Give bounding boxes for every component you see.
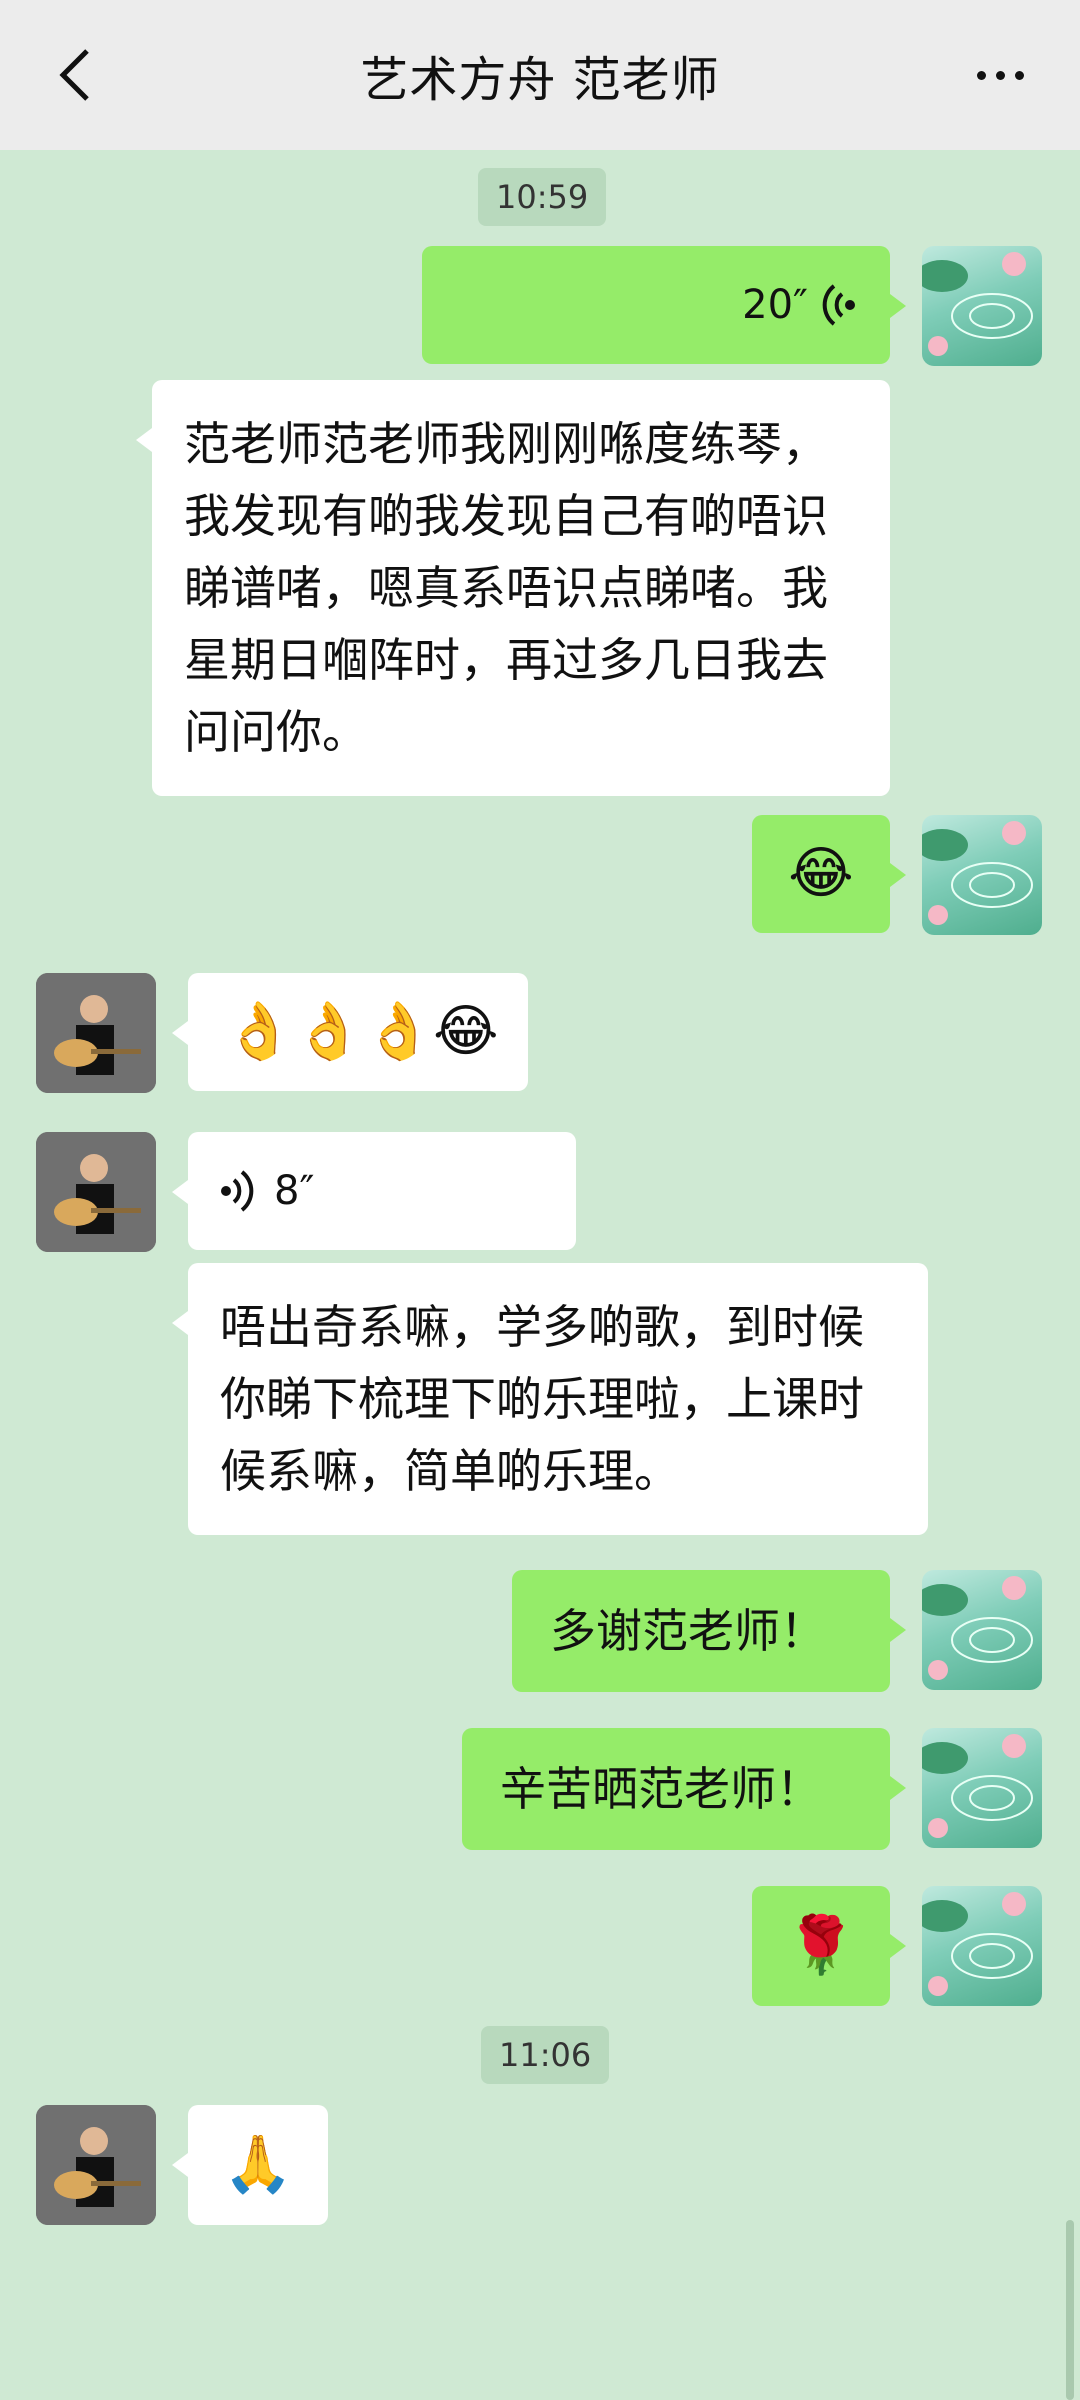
teacher-avatar[interactable]: [36, 2105, 156, 2225]
guitarist-image: [36, 2105, 156, 2225]
back-button[interactable]: [40, 40, 110, 110]
message-text: 唔出奇系嘛，学多啲歌，到时候你睇下梳理下啲乐理啦，上课时候系嘛，简单啲乐理。: [220, 1300, 864, 1498]
lotus-pond-image: [922, 252, 1033, 356]
self-avatar[interactable]: [922, 246, 1042, 366]
text-message[interactable]: 范老师范老师我刚刚喺度练琴，我发现有啲我发现自己有啲唔识睇谱啫，嗯真系唔识点睇啫…: [136, 380, 890, 796]
voice-duration: 20″: [742, 282, 808, 328]
emoji-text: 😂: [788, 841, 854, 906]
lotus-pond-image: [922, 821, 1033, 925]
text-message[interactable]: 多谢范老师！: [512, 1570, 906, 1692]
self-avatar[interactable]: [922, 1570, 1042, 1690]
scrollbar[interactable]: [1066, 2220, 1074, 2400]
message-text: 多谢范老师！: [550, 1604, 826, 1658]
voice-message[interactable]: 20″: [422, 246, 906, 364]
emoji-message[interactable]: 😂: [752, 815, 906, 933]
more-dots-icon: [976, 70, 986, 80]
lotus-pond-image: [922, 1576, 1033, 1680]
message-text: 辛苦晒范老师！: [500, 1762, 822, 1816]
voice-duration: 8″: [274, 1168, 315, 1214]
message-list[interactable]: 10:59 20″ 范老师范老师我刚刚喺度练琴，我发现有啲我发现自己有啲唔识睇谱…: [0, 150, 1080, 2400]
timestamp: 10:59: [478, 168, 607, 226]
self-avatar[interactable]: [922, 1886, 1042, 2006]
chat-title: 艺术方舟 范老师: [360, 52, 720, 108]
emoji-message[interactable]: 🌹: [752, 1886, 906, 2006]
guitarist-image: [36, 1132, 156, 1252]
emoji-message[interactable]: 🙏: [172, 2105, 328, 2225]
emoji-text: 👌👌👌😂: [224, 999, 499, 1064]
teacher-avatar[interactable]: [36, 1132, 156, 1252]
text-message[interactable]: 辛苦晒范老师！: [462, 1728, 906, 1850]
lotus-pond-image: [922, 1734, 1033, 1838]
emoji-text: 🌹: [786, 1913, 856, 1978]
lotus-pond-image: [922, 1892, 1033, 1996]
text-message[interactable]: 唔出奇系嘛，学多啲歌，到时候你睇下梳理下啲乐理啦，上课时候系嘛，简单啲乐理。: [172, 1263, 928, 1535]
voice-wave-icon: [221, 1170, 254, 1212]
emoji-message[interactable]: 👌👌👌😂: [172, 973, 528, 1091]
chat-header: 艺术方舟 范老师: [0, 0, 1080, 150]
voice-wave-icon: [822, 284, 855, 326]
emoji-text: 🙏: [223, 2132, 293, 2197]
timestamp: 11:06: [481, 2026, 610, 2084]
guitarist-image: [36, 973, 156, 1093]
teacher-avatar[interactable]: [36, 973, 156, 1093]
voice-message[interactable]: 8″: [172, 1132, 576, 1250]
more-options-button[interactable]: [960, 40, 1040, 110]
self-avatar[interactable]: [922, 815, 1042, 935]
message-text: 范老师范老师我刚刚喺度练琴，我发现有啲我发现自己有啲唔识睇谱啫，嗯真系唔识点睇啫…: [184, 417, 828, 759]
back-chevron-icon: [59, 49, 89, 101]
self-avatar[interactable]: [922, 1728, 1042, 1848]
